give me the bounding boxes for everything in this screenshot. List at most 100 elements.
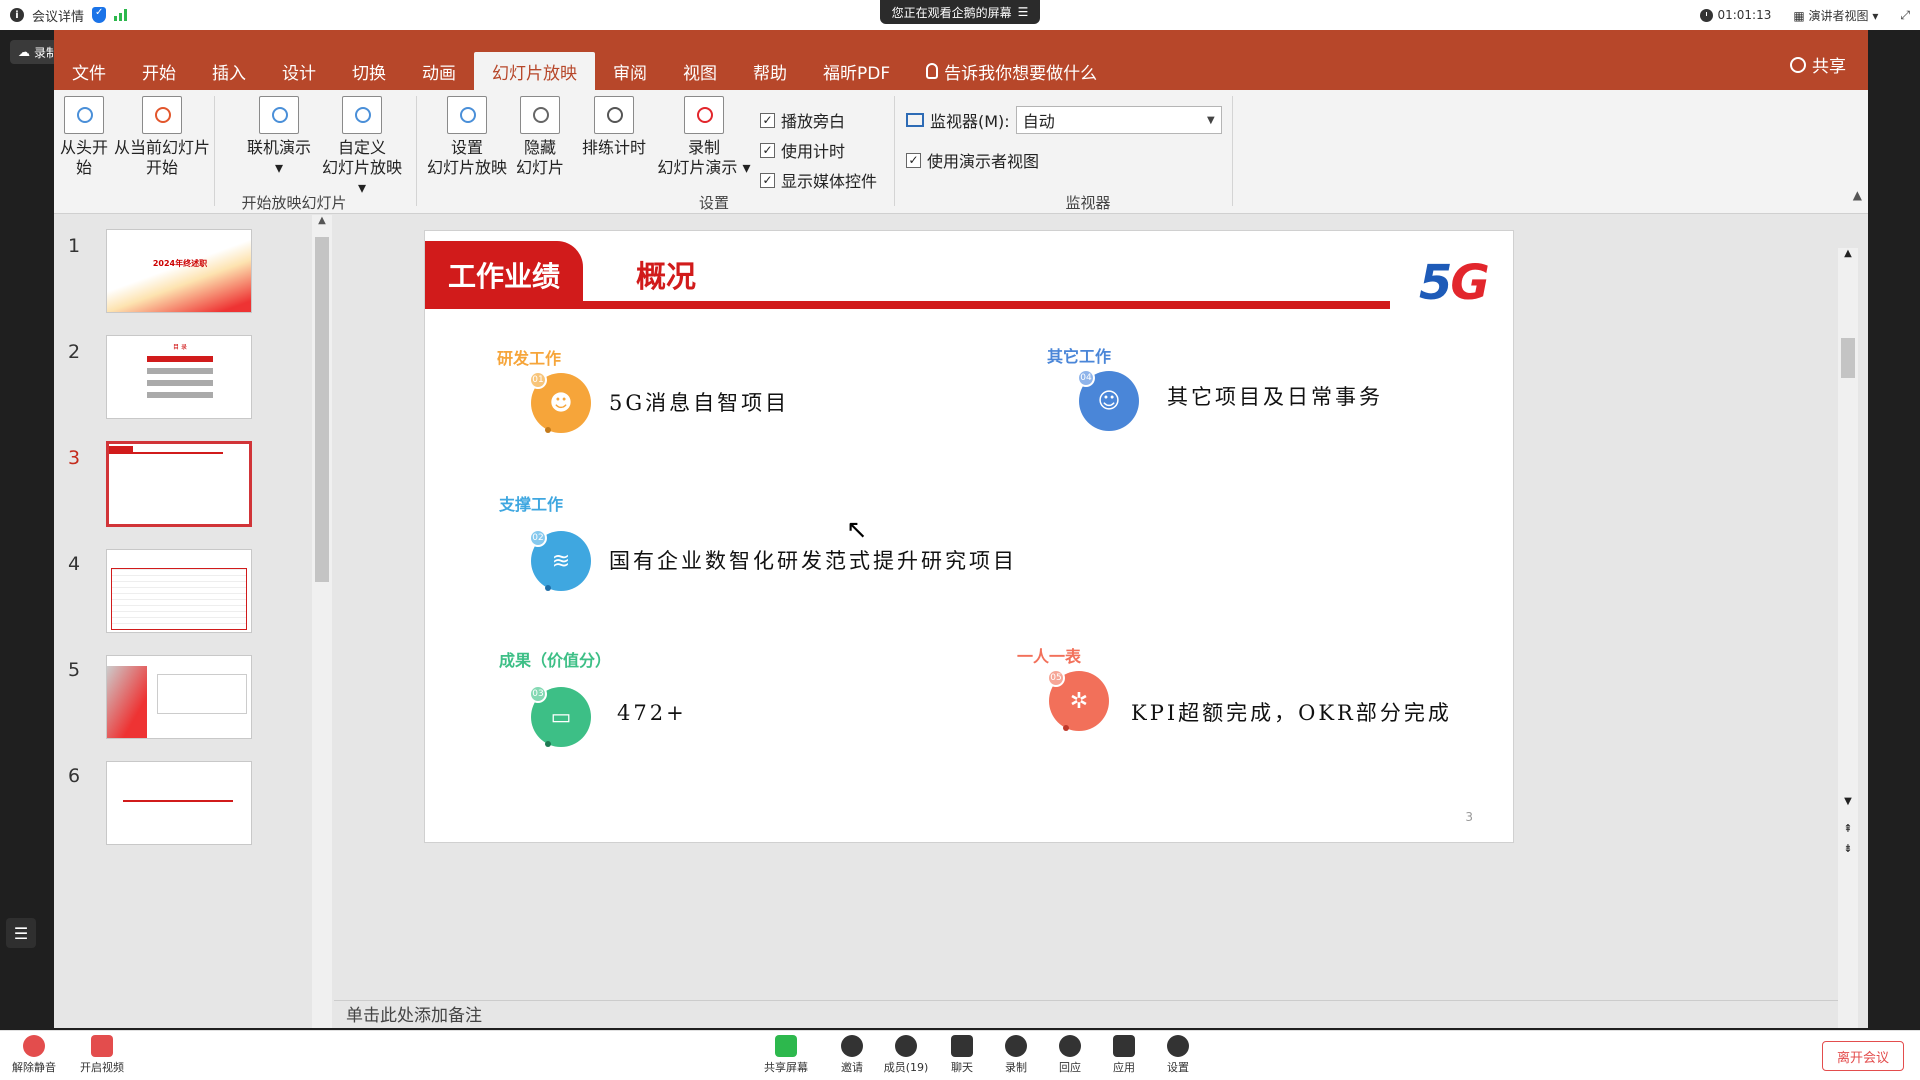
tab-foxit-pdf[interactable]: 福昕PDF	[805, 52, 908, 90]
react-label: 回应	[1059, 1061, 1081, 1074]
chat-button[interactable]: 聊天	[934, 1035, 990, 1075]
tab-view[interactable]: 视图	[665, 52, 735, 90]
thumb-bar	[147, 392, 213, 398]
hide-slide-button[interactable]: 隐藏 幻灯片	[514, 96, 566, 178]
setup-label: 设置	[450, 138, 483, 157]
slide-thumbnail-3[interactable]	[106, 441, 252, 527]
slide-thumbnail-6[interactable]	[106, 761, 252, 845]
members-button[interactable]: 成员(19)	[878, 1035, 934, 1075]
thumb-table	[157, 674, 247, 714]
share-button[interactable]: 共享	[1790, 52, 1846, 77]
tab-animations[interactable]: 动画	[404, 52, 474, 90]
tab-home[interactable]: 开始	[124, 52, 194, 90]
group-label-monitor: 监视器	[1065, 194, 1111, 212]
camera-off-icon	[91, 1035, 113, 1057]
next-slide-icon[interactable]: ⇟	[1838, 842, 1858, 855]
tab-help[interactable]: 帮助	[735, 52, 805, 90]
tab-design[interactable]: 设计	[264, 52, 334, 90]
scrollbar-thumb[interactable]	[1841, 338, 1855, 378]
tab-insert[interactable]: 插入	[194, 52, 264, 90]
notes-pane[interactable]: 单击此处添加备注	[334, 1000, 1838, 1028]
view-mode-dropdown[interactable]: ▦ 演讲者视图 ▾	[1793, 7, 1878, 24]
group-separator	[1232, 96, 1233, 206]
custom-slideshow-button[interactable]: 自定义 幻灯片放映 ▾	[316, 96, 408, 198]
info-icon[interactable]: i	[10, 8, 24, 22]
tab-transitions[interactable]: 切换	[334, 52, 404, 90]
item-number-badge: 02	[529, 529, 547, 547]
group-label-start: 开始放映幻灯片	[241, 194, 347, 212]
previous-slide-icon[interactable]: ⇞	[1838, 822, 1858, 835]
slide-scrollbar[interactable]: ▲ ▼ ⇞ ⇟	[1838, 248, 1858, 1028]
record-slideshow-button[interactable]: 录制 幻灯片演示 ▾	[654, 96, 754, 178]
slide-thumbnail-4[interactable]	[106, 549, 252, 633]
thumb-number: 3	[68, 447, 81, 469]
slide-thumbnail-1[interactable]: 2024年终述职	[106, 229, 252, 313]
invite-button[interactable]: 邀请	[824, 1035, 880, 1075]
meeting-details-link[interactable]: 会议详情	[32, 6, 84, 25]
security-shield-icon[interactable]	[92, 7, 107, 23]
scroll-down-icon[interactable]: ▼	[1838, 796, 1858, 807]
scroll-up-icon[interactable]: ▲	[1838, 248, 1858, 259]
tab-slideshow[interactable]: 幻灯片放映	[474, 52, 595, 90]
play-slide-icon	[64, 96, 104, 134]
slide-canvas[interactable]: 工作业绩 概况 5G 研发工作 ☻ 01 5G消息自智项目 支撑工作 ≋ 02 …	[424, 230, 1514, 843]
use-timings-checkbox[interactable]: ✓ 使用计时	[760, 138, 845, 162]
cloud-record-icon: ☁	[18, 45, 30, 59]
video-label: 开启视频	[80, 1061, 124, 1074]
tell-me-search[interactable]: 告诉我你想要做什么	[908, 52, 1115, 90]
tab-review[interactable]: 审阅	[595, 52, 665, 90]
group-separator	[214, 96, 215, 206]
apps-grid-icon	[1113, 1035, 1135, 1057]
meeting-bottom-bar: 解除静音 开启视频 共享屏幕 邀请 成员(19) 聊天 录制 回应 应用 设置 …	[0, 1030, 1920, 1080]
share-screen-button[interactable]: 共享屏幕	[758, 1035, 814, 1075]
unmute-button[interactable]: 解除静音	[6, 1035, 62, 1075]
hide-slide-icon	[520, 96, 560, 134]
fullscreen-icon[interactable]: ⤢	[1900, 8, 1910, 23]
rehearse-label: 排练计时	[581, 138, 646, 157]
left-dark-strip	[0, 30, 54, 1030]
signal-strength-icon[interactable]	[114, 9, 128, 21]
section-badge-text: 工作业绩	[447, 259, 560, 293]
members-label: 成员(19)	[883, 1061, 929, 1074]
globe-icon	[259, 96, 299, 134]
rehearse-timings-button[interactable]: 排练计时	[574, 96, 654, 158]
hide-label: 隐藏	[523, 138, 556, 157]
share-screen-label: 共享屏幕	[764, 1061, 808, 1074]
play-narration-checkbox[interactable]: ✓ 播放旁白	[760, 108, 845, 132]
from-beginning-label: 从头开始	[59, 138, 108, 177]
thumb-number: 1	[68, 235, 81, 257]
scrollbar-thumb[interactable]	[315, 237, 329, 582]
list-icon[interactable]: ☰	[6, 918, 36, 948]
scroll-up-icon[interactable]: ▲	[312, 215, 332, 226]
rehearse-timer-icon	[594, 96, 634, 134]
person-icon	[1790, 56, 1806, 73]
thumb-bar	[147, 368, 213, 374]
apps-label: 应用	[1113, 1061, 1135, 1074]
slide-title: 概况	[636, 260, 696, 295]
thumbnails-scrollbar[interactable]: ▲	[312, 215, 332, 1028]
item-text: KPI超额完成，OKR部分完成	[1131, 701, 1452, 725]
from-beginning-button[interactable]: 从头开始	[54, 96, 114, 178]
presenter-view-checkbox[interactable]: ✓ 使用演示者视图	[906, 148, 1039, 172]
online-present-button[interactable]: 联机演示 ▾	[244, 96, 314, 178]
setup-slideshow-button[interactable]: 设置 幻灯片放映	[422, 96, 512, 178]
settings-button[interactable]: 设置	[1150, 1035, 1206, 1075]
collapse-ribbon-icon[interactable]: ▲	[1853, 188, 1862, 202]
record-dot-icon	[1005, 1035, 1027, 1057]
monitor-select[interactable]: 自动 ▼	[1015, 106, 1222, 134]
leave-meeting-button[interactable]: 离开会议	[1822, 1041, 1904, 1071]
item-text: 472+	[617, 701, 687, 725]
screen-share-indicator[interactable]: 您正在观看企鹅的屏幕 ☰	[880, 0, 1040, 24]
narration-label: 播放旁白	[781, 112, 846, 131]
slide-thumbnail-2[interactable]: 目 录	[106, 335, 252, 419]
react-button[interactable]: 回应	[1042, 1035, 1098, 1075]
from-current-button[interactable]: 从当前幻灯片 开始	[114, 96, 210, 178]
thumb-number: 5	[68, 659, 81, 681]
tab-file[interactable]: 文件	[54, 52, 124, 90]
slide-thumbnail-5[interactable]	[106, 655, 252, 739]
apps-button[interactable]: 应用	[1096, 1035, 1152, 1075]
start-video-button[interactable]: 开启视频	[74, 1035, 130, 1075]
record-button[interactable]: 录制	[988, 1035, 1044, 1075]
show-media-controls-checkbox[interactable]: ✓ 显示媒体控件	[760, 168, 877, 192]
screen-share-text: 您正在观看企鹅的屏幕	[891, 5, 1012, 20]
